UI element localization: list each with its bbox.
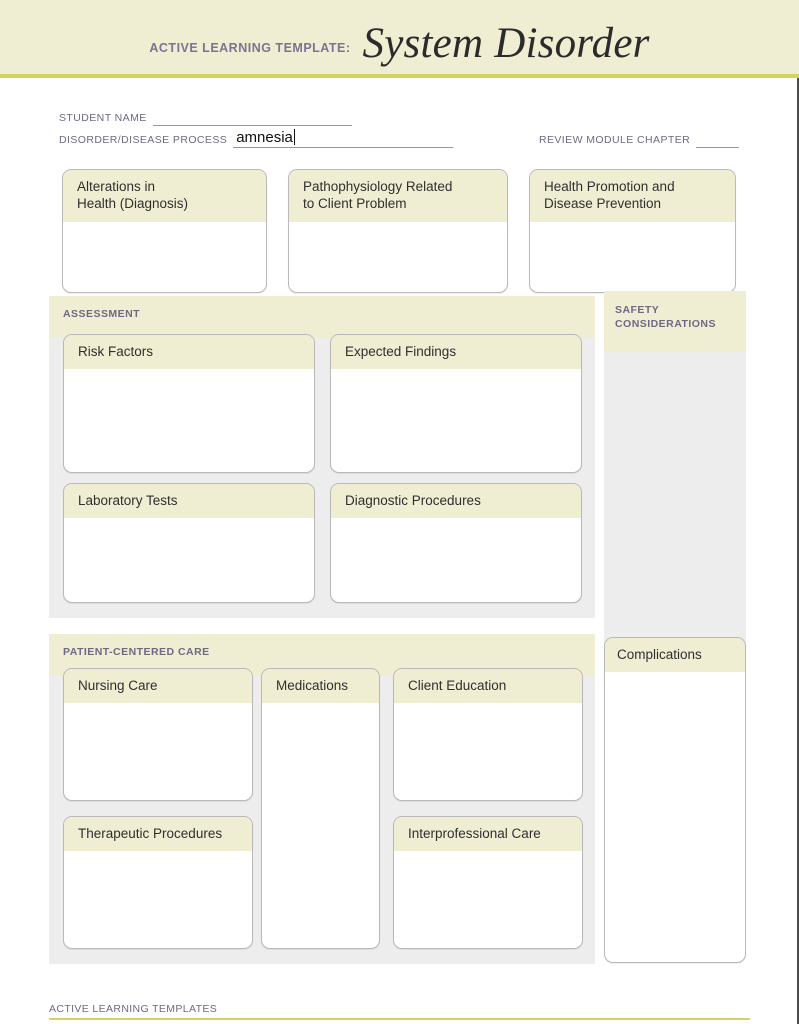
card-therapeutic-procedures[interactable]: Therapeutic Procedures	[63, 816, 253, 949]
card-expected-findings[interactable]: Expected Findings	[330, 334, 582, 473]
card-interprofessional-care-title: Interprofessional Care	[394, 817, 582, 852]
active-learning-template-label: ACTIVE LEARNING TEMPLATE:	[149, 41, 351, 55]
card-medications-title: Medications	[262, 669, 379, 704]
card-client-education[interactable]: Client Education	[393, 668, 583, 801]
masthead-inner: ACTIVE LEARNING TEMPLATE: System Disorde…	[0, 19, 799, 68]
card-health-promotion-title: Health Promotion and Disease Prevention	[530, 170, 735, 222]
footer: ACTIVE LEARNING TEMPLATES	[49, 1003, 750, 1020]
card-diagnostic-procedures[interactable]: Diagnostic Procedures	[330, 483, 582, 603]
card-therapeutic-procedures-title: Therapeutic Procedures	[64, 817, 252, 852]
disorder-process-label: DISORDER/DISEASE PROCESS	[59, 134, 228, 146]
card-complications[interactable]: Complications	[604, 637, 746, 963]
card-medications[interactable]: Medications	[261, 668, 380, 949]
disorder-process-value: amnesia	[236, 129, 296, 146]
card-nursing-care-title: Nursing Care	[64, 669, 252, 704]
student-fields: STUDENT NAME DISORDER/DISEASE PROCESS am…	[59, 104, 739, 148]
disorder-process-text: amnesia	[236, 129, 293, 146]
footer-label: ACTIVE LEARNING TEMPLATES	[49, 1003, 218, 1015]
section-assessment-heading: ASSESSMENT	[49, 296, 595, 338]
card-alterations-in-health-title: Alterations in Health (Diagnosis)	[63, 170, 266, 222]
card-complications-title: Complications	[605, 638, 745, 673]
section-safety-considerations: SAFETY CONSIDERATIONS	[604, 291, 746, 677]
card-client-education-title: Client Education	[394, 669, 582, 704]
worksheet-page: ACTIVE LEARNING TEMPLATE: System Disorde…	[0, 0, 799, 1024]
student-name-input[interactable]	[152, 124, 352, 126]
disorder-process-input[interactable]: amnesia	[233, 129, 453, 148]
card-expected-findings-title: Expected Findings	[331, 335, 581, 370]
card-nursing-care[interactable]: Nursing Care	[63, 668, 253, 801]
footer-rule	[49, 1018, 750, 1020]
card-laboratory-tests[interactable]: Laboratory Tests	[63, 483, 315, 603]
card-health-promotion[interactable]: Health Promotion and Disease Prevention	[529, 169, 736, 293]
card-pathophysiology-title: Pathophysiology Related to Client Proble…	[289, 170, 507, 222]
card-laboratory-tests-title: Laboratory Tests	[64, 484, 314, 519]
card-pathophysiology[interactable]: Pathophysiology Related to Client Proble…	[288, 169, 508, 293]
card-interprofessional-care[interactable]: Interprofessional Care	[393, 816, 583, 949]
card-risk-factors-title: Risk Factors	[64, 335, 314, 370]
section-patient-centered-care: PATIENT-CENTERED CARE Nursing Care Medic…	[49, 634, 595, 964]
student-name-row: STUDENT NAME	[59, 104, 739, 126]
card-diagnostic-procedures-title: Diagnostic Procedures	[331, 484, 581, 519]
text-cursor	[293, 129, 296, 145]
review-module-chapter-label: REVIEW MODULE CHAPTER	[538, 134, 691, 146]
section-safety-considerations-heading: SAFETY CONSIDERATIONS	[604, 291, 746, 352]
disorder-process-row: DISORDER/DISEASE PROCESS amnesia REVIEW …	[59, 126, 739, 148]
student-name-label: STUDENT NAME	[59, 112, 147, 124]
page-title: System Disorder	[362, 20, 650, 67]
section-assessment: ASSESSMENT Risk Factors Expected Finding…	[49, 296, 595, 618]
card-risk-factors[interactable]: Risk Factors	[63, 334, 315, 473]
review-module-chapter-input[interactable]	[696, 146, 739, 148]
card-alterations-in-health[interactable]: Alterations in Health (Diagnosis)	[62, 169, 267, 293]
masthead-banner: ACTIVE LEARNING TEMPLATE: System Disorde…	[0, 0, 799, 78]
